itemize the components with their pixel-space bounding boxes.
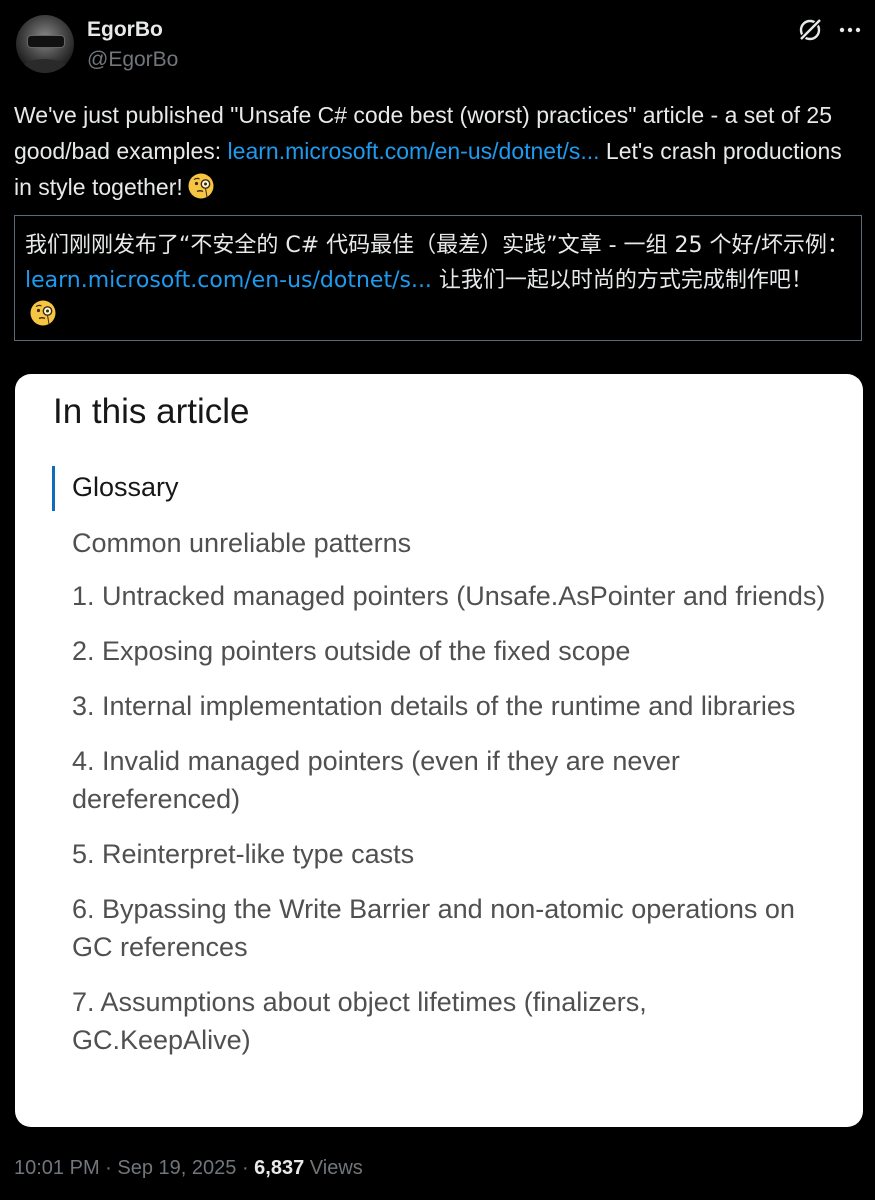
tweet-text: We've just published "Unsafe C# code bes… xyxy=(14,97,864,205)
views-label: Views xyxy=(309,1157,363,1179)
footer-separator: · xyxy=(236,1157,255,1179)
toc-item: 3. Internal implementation details of th… xyxy=(72,691,796,721)
tweet-link[interactable]: learn.microsoft.com/en-us/dotnet/s... xyxy=(228,138,600,164)
author-display-name[interactable]: EgorBo xyxy=(87,18,163,42)
tweet-time[interactable]: 10:01 PM xyxy=(14,1157,100,1179)
toc-item: 6. Bypassing the Write Barrier and non-a… xyxy=(72,894,795,962)
toc-item: 1. Untracked managed pointers (Unsafe.As… xyxy=(72,581,826,611)
shoulders-shape xyxy=(20,59,70,73)
views-count: 6,837 xyxy=(254,1157,305,1179)
avatar[interactable] xyxy=(16,15,74,73)
toc-item: 4. Invalid managed pointers (even if the… xyxy=(72,746,680,814)
translation-box: 我们刚刚发布了“不安全的 C# 代码最佳（最差）实践”文章 - 一组 25 个好… xyxy=(14,215,862,341)
toc-item: 7. Assumptions about object lifetimes (f… xyxy=(72,987,647,1055)
toc-item: 2. Exposing pointers outside of the fixe… xyxy=(72,636,631,666)
toc-current-item: Glossary xyxy=(72,472,179,502)
vr-headset-shape xyxy=(27,35,65,48)
tweet-footer: 10:01 PM · Sep 19, 2025 · 6,837 Views xyxy=(14,1157,363,1180)
translation-text-part1: 我们刚刚发布了“不安全的 C# 代码最佳（最差）实践”文章 - 一组 25 个好… xyxy=(25,233,849,258)
footer-separator: · xyxy=(99,1157,118,1179)
article-image-card[interactable]: In this article Glossary Common unreliab… xyxy=(15,374,863,1127)
translation-text-part2: 让我们一起以时尚的方式完成制作吧！ xyxy=(431,268,813,293)
tweet-date[interactable]: Sep 19, 2025 xyxy=(117,1157,236,1179)
face-with-monocle-emoji xyxy=(188,173,214,199)
toc-list: Common unreliable patterns 1. Untracked … xyxy=(72,524,832,1076)
more-icon[interactable] xyxy=(837,17,863,43)
toc-active-indicator xyxy=(52,466,55,511)
grok-icon[interactable] xyxy=(796,16,824,44)
toc-item: 5. Reinterpret-like type casts xyxy=(72,839,415,869)
face-with-monocle-emoji xyxy=(30,300,56,326)
translation-link[interactable]: learn.microsoft.com/en-us/dotnet/s... xyxy=(25,268,432,293)
author-handle[interactable]: @EgorBo xyxy=(87,48,178,72)
translation-text: 我们刚刚发布了“不安全的 C# 代码最佳（最差）实践”文章 - 一组 25 个好… xyxy=(25,228,851,333)
card-heading: In this article xyxy=(53,392,250,431)
toc-item: Common unreliable patterns xyxy=(72,528,412,558)
